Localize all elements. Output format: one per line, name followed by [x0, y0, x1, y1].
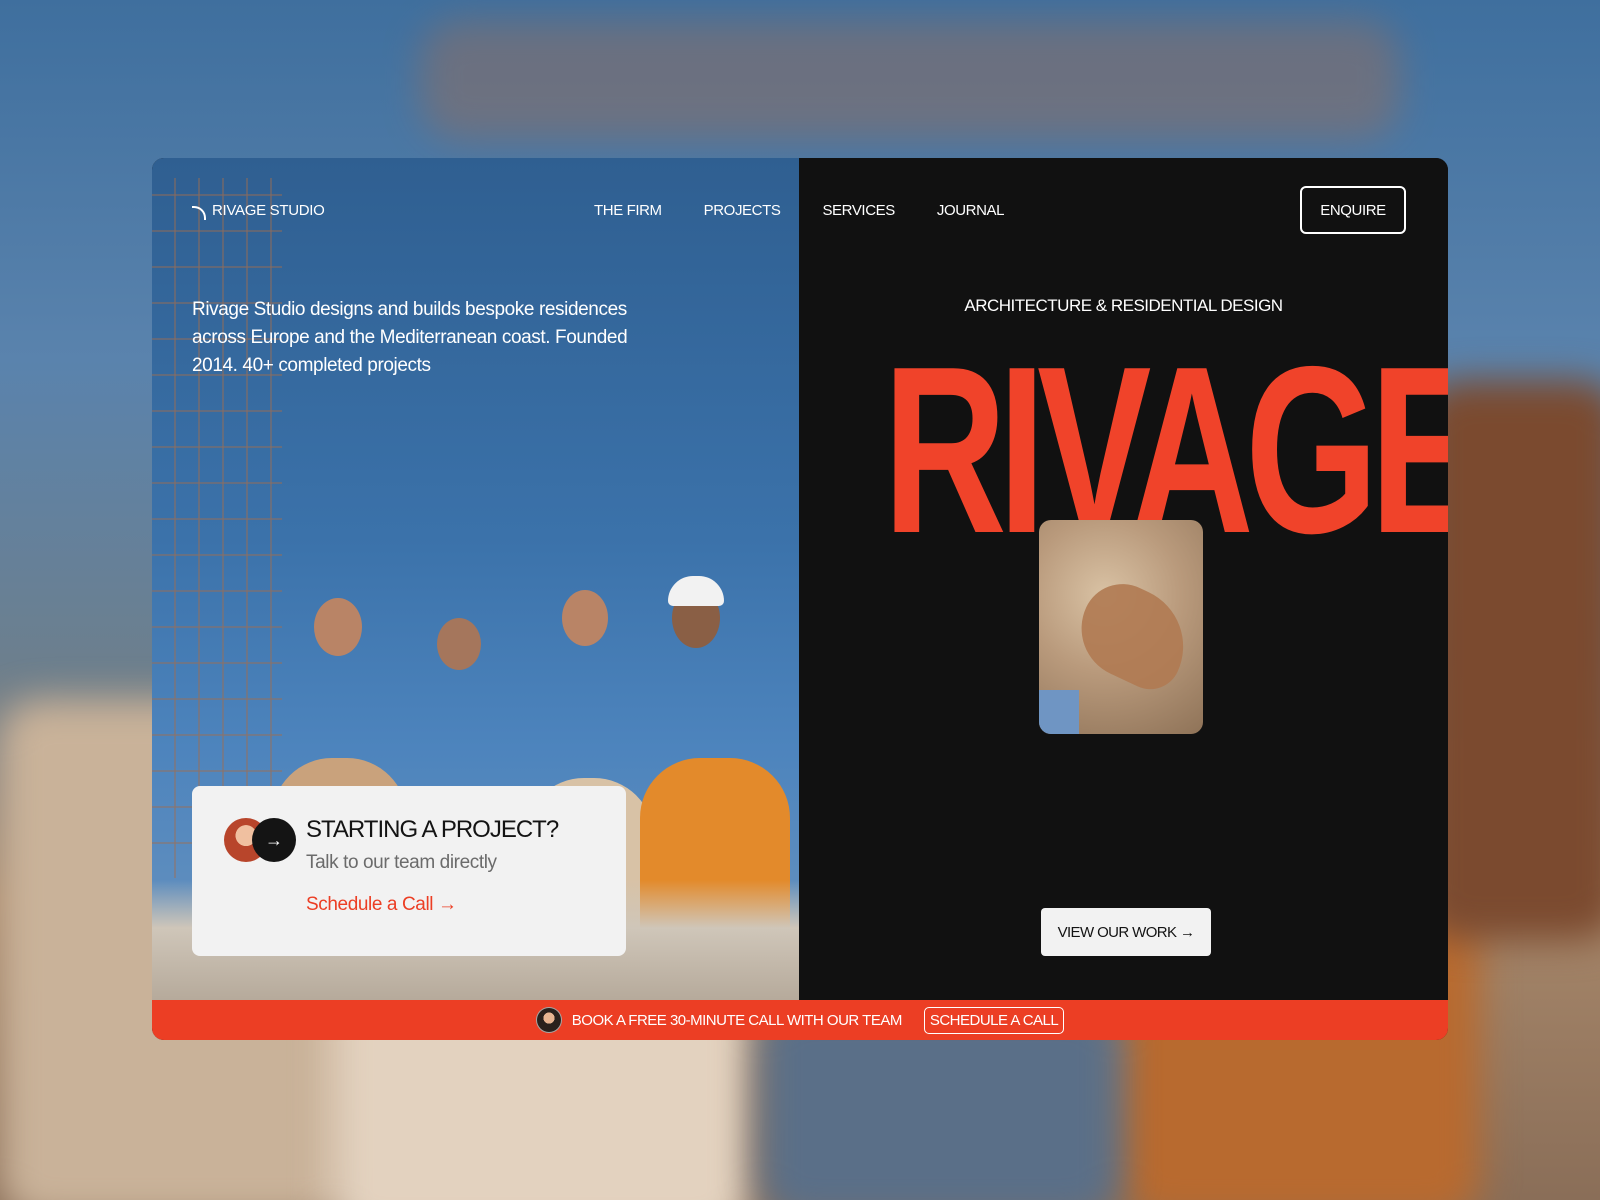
nav-link-services[interactable]: SERVICES — [822, 202, 895, 219]
nav-link-projects[interactable]: PROJECTS — [704, 202, 781, 219]
nav-link-the-firm[interactable]: THE FIRM — [594, 202, 662, 219]
intro-paragraph: Rivage Studio designs and builds bespoke… — [192, 299, 628, 376]
contact-avatar-group[interactable]: → — [224, 818, 296, 862]
arrow-right-icon[interactable]: → — [252, 818, 296, 862]
team-photo-panel: Rivage Studio designs and builds bespoke… — [152, 158, 799, 1000]
schedule-call-link[interactable]: Schedule a Call → — [306, 894, 457, 916]
nav-link-journal[interactable]: JOURNAL — [937, 202, 1005, 219]
hero-tagline: ARCHITECTURE & RESIDENTIAL DESIGN — [964, 296, 1283, 315]
schedule-call-button[interactable]: SCHEDULE A CALL — [923, 1006, 1065, 1034]
starting-project-card[interactable]: → STARTING A PROJECT? Talk to our team d… — [192, 786, 626, 956]
brand-panel: ARCHITECTURE & RESIDENTIAL DESIGN RIVAGE… — [799, 158, 1448, 1000]
website-hero-card: Rivage Studio designs and builds bespoke… — [152, 158, 1448, 1040]
hard-hat — [668, 576, 724, 606]
top-navigation: RIVAGE STUDIO THE FIRM PROJECTS SERVICES… — [152, 158, 1448, 258]
view-our-work-button[interactable]: VIEW OUR WORK → — [1041, 908, 1211, 956]
arc-logo-icon — [192, 205, 206, 220]
stone-hand-photo — [1039, 520, 1203, 734]
banner-text: BOOK A FREE 30-MINUTE CALL WITH OUR TEAM — [571, 1011, 903, 1029]
enquire-button[interactable]: ENQUIRE — [1300, 186, 1406, 234]
card-title: STARTING A PROJECT? — [306, 816, 559, 843]
banner-avatar — [535, 1007, 562, 1033]
card-subtitle: Talk to our team directly — [306, 852, 497, 873]
call-booking-banner: BOOK A FREE 30-MINUTE CALL WITH OUR TEAM… — [152, 1000, 1448, 1040]
scaffolding-graphic — [152, 178, 282, 878]
brand-logo[interactable]: RIVAGE STUDIO — [192, 202, 325, 220]
brand-name: RIVAGE STUDIO — [212, 202, 325, 219]
nav-links: THE FIRM PROJECTS SERVICES JOURNAL — [594, 202, 1004, 219]
